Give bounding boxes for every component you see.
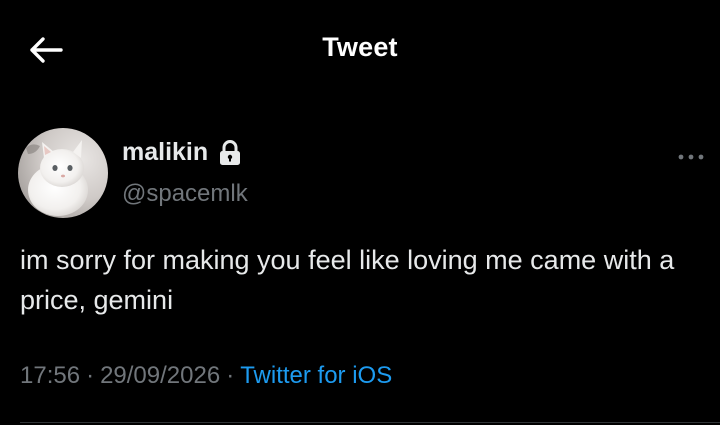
user-handle[interactable]: @spacemlk xyxy=(122,180,248,208)
more-options-button[interactable] xyxy=(674,146,708,168)
more-horizontal-icon xyxy=(678,154,704,160)
separator: · xyxy=(226,362,235,389)
avatar[interactable] xyxy=(18,128,108,218)
tweet-text: im sorry for making you feel like loving… xyxy=(20,245,675,315)
page-title: Tweet xyxy=(322,32,398,62)
tweet-date: 29/09/2026 xyxy=(100,362,221,389)
tweet-time: 17:56 xyxy=(20,362,81,389)
lock-icon xyxy=(218,139,242,166)
tweet-metadata: 17:56 · 29/09/2026 · Twitter for iOS xyxy=(20,362,392,390)
display-name: malikin xyxy=(122,138,209,166)
separator: · xyxy=(86,362,95,389)
tweet-source-link[interactable]: Twitter for iOS xyxy=(240,362,392,389)
divider xyxy=(20,422,720,423)
author-name-row[interactable]: malikin xyxy=(122,138,242,167)
top-bar: Tweet xyxy=(0,0,720,100)
